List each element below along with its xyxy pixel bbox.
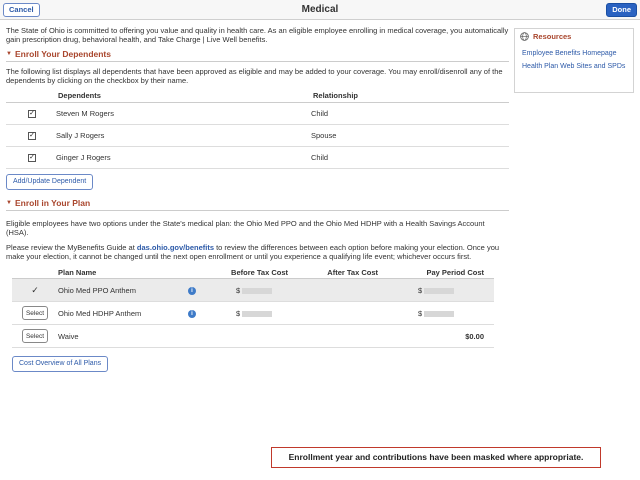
- health-plan-websites-link[interactable]: Health Plan Web Sites and SPDs: [515, 60, 633, 73]
- add-update-dependent-button[interactable]: Add/Update Dependent: [6, 173, 94, 190]
- review-text-prefix: Please review the MyBenefits Guide at: [6, 242, 137, 252]
- table-row: ✓ Ohio Med PPO Anthem i $ $: [12, 278, 494, 302]
- dependents-table: Dependents Relationship ✓ Steven M Roger…: [6, 90, 509, 169]
- pay-period-cost: $: [418, 308, 423, 318]
- cost-overview-button[interactable]: Cost Overview of All Plans: [12, 356, 109, 372]
- dependent-name: Ginger J Rogers: [56, 146, 311, 169]
- benefits-guide-link[interactable]: das.ohio.gov/benefits: [137, 243, 214, 252]
- before-tax-cost: $: [236, 285, 241, 295]
- before-tax-column-header: Before Tax Cost: [208, 266, 298, 279]
- pay-period-cost: $0.00: [388, 324, 494, 348]
- header-bar: Cancel Medical Done: [0, 0, 640, 20]
- plan-name: Ohio Med HDHP Anthem: [58, 301, 188, 325]
- masked-value: [424, 287, 455, 294]
- globe-icon: [520, 32, 529, 41]
- select-plan-button[interactable]: Select: [21, 306, 49, 320]
- masked-value: [242, 287, 273, 294]
- dependent-relationship: Child: [311, 146, 509, 169]
- enroll-checkbox[interactable]: ✓: [28, 132, 36, 140]
- resources-header: Resources: [515, 29, 633, 44]
- dependent-relationship: Child: [311, 102, 509, 125]
- table-row: ✓ Steven M Rogers Child: [6, 102, 509, 125]
- masking-notice: Enrollment year and contributions have b…: [271, 447, 601, 468]
- before-tax-cost: $: [236, 308, 241, 318]
- plans-table: Plan Name Before Tax Cost After Tax Cost…: [12, 266, 494, 348]
- table-row: ✓ Ginger J Rogers Child: [6, 146, 509, 169]
- section-title: Enroll in Your Plan: [14, 197, 91, 208]
- table-row: ✓ Sally J Rogers Spouse: [6, 124, 509, 147]
- masked-value: [424, 310, 455, 317]
- dependent-name: Sally J Rogers: [56, 124, 311, 147]
- main-content: The State of Ohio is committed to offeri…: [6, 26, 509, 372]
- page-title: Medical: [301, 4, 339, 15]
- intro-text: The State of Ohio is committed to offeri…: [6, 26, 509, 44]
- checkbox-column-header: [6, 90, 56, 103]
- info-icon[interactable]: i: [188, 310, 196, 318]
- dependents-description: The following list displays all dependen…: [6, 67, 503, 85]
- table-row: Select Ohio Med HDHP Anthem i $ $: [12, 301, 494, 325]
- dependents-column-header: Dependents: [56, 90, 311, 103]
- done-button[interactable]: Done: [606, 3, 637, 17]
- collapse-triangle-icon: ▼: [6, 51, 12, 57]
- enroll-plan-header[interactable]: ▼ Enroll in Your Plan: [6, 198, 509, 211]
- dependent-name: Steven M Rogers: [56, 102, 311, 125]
- selected-checkmark-icon: ✓: [12, 278, 58, 302]
- resources-panel: Resources Employee Benefits Homepage Hea…: [514, 28, 634, 93]
- enroll-checkbox[interactable]: ✓: [28, 110, 36, 118]
- relationship-column-header: Relationship: [311, 90, 509, 103]
- plan-options-text: Eligible employees have two options unde…: [6, 218, 485, 237]
- section-title: Enroll Your Dependents: [14, 49, 111, 59]
- pay-period-column-header: Pay Period Cost: [388, 266, 494, 279]
- action-column-header: [12, 266, 58, 279]
- select-plan-button[interactable]: Select: [21, 329, 49, 343]
- plan-review-text: Please review the MyBenefits Guide at da…: [6, 243, 509, 261]
- plan-name: Waive: [58, 324, 188, 348]
- info-column-header: [188, 266, 208, 279]
- resources-title: Resources: [533, 32, 572, 41]
- enroll-dependents-header[interactable]: ▼ Enroll Your Dependents: [6, 49, 509, 62]
- enroll-checkbox[interactable]: ✓: [28, 154, 36, 162]
- table-row: Select Waive $0.00: [12, 324, 494, 348]
- masked-value: [242, 310, 273, 317]
- plan-name-column-header: Plan Name: [58, 266, 188, 279]
- pay-period-cost: $: [418, 285, 423, 295]
- info-icon[interactable]: i: [188, 287, 196, 295]
- employee-benefits-homepage-link[interactable]: Employee Benefits Homepage: [515, 47, 633, 60]
- collapse-triangle-icon: ▼: [6, 199, 12, 206]
- after-tax-column-header: After Tax Cost: [298, 266, 388, 279]
- dependent-relationship: Spouse: [311, 124, 509, 147]
- plan-name: Ohio Med PPO Anthem: [58, 278, 188, 302]
